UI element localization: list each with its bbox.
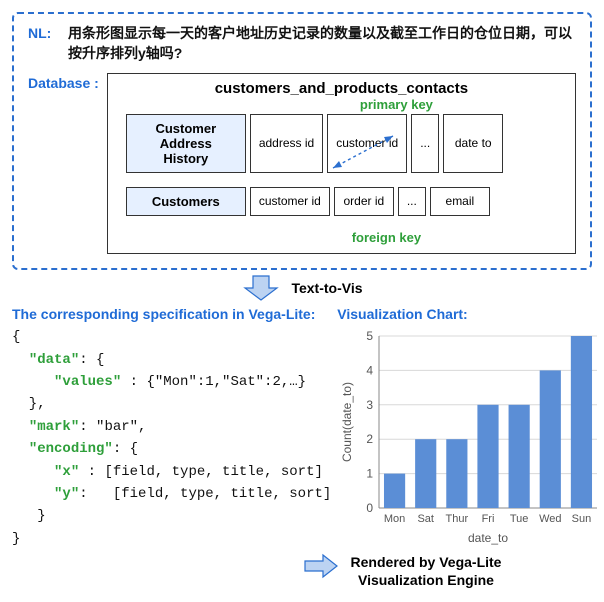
code-text: : [field, type, title, sort]: [79, 464, 323, 480]
svg-text:Count(date_to): Count(date_to): [340, 382, 354, 462]
svg-text:1: 1: [367, 467, 374, 481]
table-row: Customer Address History address id cust…: [126, 114, 557, 173]
code-key: "y": [54, 486, 79, 502]
code-key: "values": [54, 374, 121, 390]
code-key: "mark": [29, 419, 79, 435]
code-brace: {: [12, 329, 20, 345]
code-text: : "bar",: [79, 419, 146, 435]
database-row: Database : customers_and_products_contac…: [28, 73, 576, 254]
schema-box: customers_and_products_contacts primary …: [107, 73, 576, 254]
bottom-section: The corresponding specification in Vega-…: [12, 306, 592, 551]
svg-text:Thur: Thur: [446, 513, 469, 525]
code-brace: }: [12, 531, 20, 547]
render-row: Rendered by Vega-Lite Visualization Engi…: [212, 553, 592, 589]
svg-text:5: 5: [367, 329, 374, 343]
text-to-vis-row: Text-to-Vis: [12, 274, 592, 302]
vega-lite-code: { "data": { "values" : {"Mon":1,"Sat":2,…: [12, 326, 331, 550]
input-panel: NL: 用条形图显示每一天的客户地址历史记录的数量以及截至工作日的仓位日期，可以…: [12, 12, 592, 270]
chart-column: Visualization Chart: 0 1 2 3 4 5 Mon Sat Thur Fri…: [337, 306, 604, 551]
code-key: "encoding": [29, 441, 113, 457]
table-name-cell: Customer Address History: [126, 114, 246, 173]
chart-header: Visualization Chart:: [337, 306, 604, 322]
table-row: Customers customer id order id ... email: [126, 187, 557, 216]
svg-text:3: 3: [367, 398, 374, 412]
render-label: Rendered by Vega-Lite Visualization Engi…: [351, 553, 502, 589]
column-cell: order id: [334, 187, 394, 216]
svg-text:Mon: Mon: [384, 513, 405, 525]
table-name-cell: Customers: [126, 187, 246, 216]
column-cell: date to: [443, 114, 503, 173]
column-cell: email: [430, 187, 490, 216]
arrow-down-icon: [241, 274, 281, 302]
render-label-line: Visualization Engine: [351, 571, 502, 589]
schema-title: customers_and_products_contacts: [126, 80, 557, 97]
bar-chart: 0 1 2 3 4 5 Mon Sat Thur Fri Tue Wed Sun date_to Count…: [337, 326, 604, 546]
nl-label: NL:: [28, 24, 56, 63]
column-cell: customer id: [250, 187, 330, 216]
nl-row: NL: 用条形图显示每一天的客户地址历史记录的数量以及截至工作日的仓位日期，可以…: [28, 24, 576, 63]
svg-text:0: 0: [367, 501, 374, 515]
database-label: Database :: [28, 73, 99, 254]
column-cell-ellipsis: ...: [398, 187, 426, 216]
nl-text: 用条形图显示每一天的客户地址历史记录的数量以及截至工作日的仓位日期，可以按升序排…: [68, 24, 576, 63]
code-key: "data": [29, 352, 79, 368]
code-text: : [field, type, title, sort]: [79, 486, 331, 502]
column-cell-ellipsis: ...: [411, 114, 439, 173]
code-text: },: [12, 396, 46, 412]
column-cell: address id: [250, 114, 323, 173]
svg-text:4: 4: [367, 364, 374, 378]
spec-header: The corresponding specification in Vega-…: [12, 306, 331, 322]
text-to-vis-label: Text-to-Vis: [291, 280, 362, 296]
code-text: : {"Mon":1,"Sat":2,…}: [121, 374, 306, 390]
render-label-line: Rendered by Vega-Lite: [351, 553, 502, 571]
svg-text:Tue: Tue: [510, 513, 529, 525]
svg-text:date_to: date_to: [468, 531, 508, 545]
code-text: : {: [79, 352, 104, 368]
svg-text:Wed: Wed: [539, 513, 561, 525]
svg-text:Sun: Sun: [572, 513, 592, 525]
column-cell: customer id: [327, 114, 407, 173]
code-key: "x": [54, 464, 79, 480]
svg-text:Sat: Sat: [418, 513, 435, 525]
foreign-key-label: foreign key: [216, 230, 557, 245]
primary-key-label: primary key: [236, 97, 557, 112]
code-text: }: [12, 508, 46, 524]
arrow-right-icon: [303, 553, 339, 579]
svg-text:2: 2: [367, 432, 374, 446]
spec-column: The corresponding specification in Vega-…: [12, 306, 331, 551]
code-text: : {: [113, 441, 138, 457]
svg-text:Fri: Fri: [482, 513, 495, 525]
